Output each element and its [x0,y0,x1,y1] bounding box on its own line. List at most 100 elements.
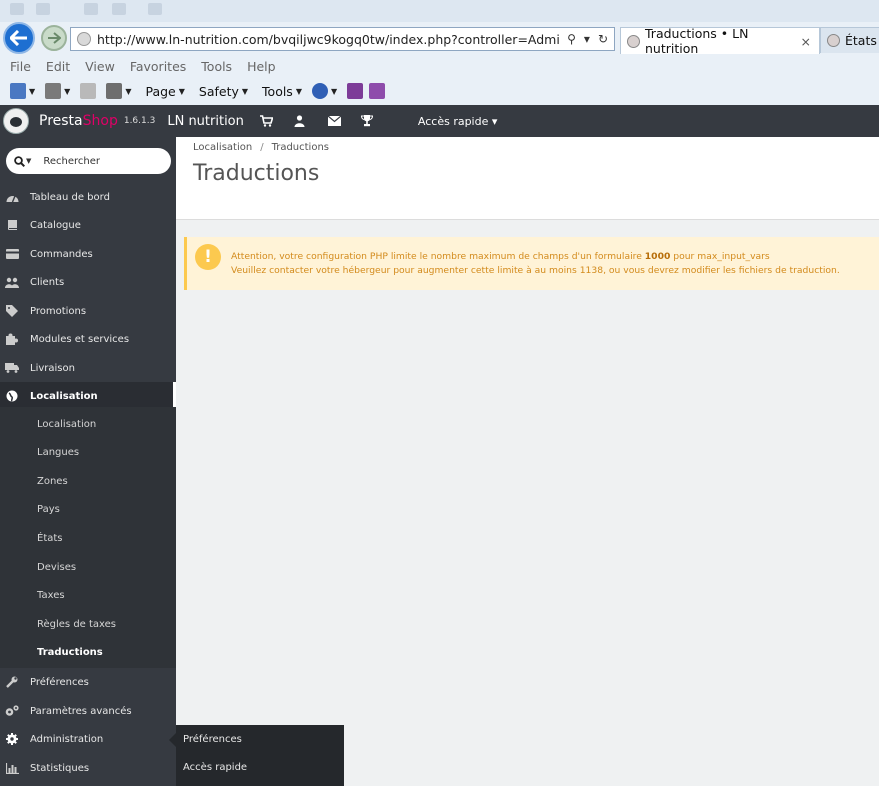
puzzle-icon [5,333,19,345]
browser-menubar: File Edit View Favorites Tools Help [0,55,879,77]
ghost-icon [148,3,162,15]
help-icon[interactable] [311,83,328,99]
sidebar-item-commandes[interactable]: Commandes [0,240,176,268]
ghost-icon [112,3,126,15]
quick-access-menu[interactable]: Accès rapide ▾ [418,115,498,128]
print-icon[interactable] [106,83,123,99]
users-icon [5,276,19,288]
submenu-item-pays[interactable]: Pays [37,504,60,515]
sidebar-item-parametres-avances[interactable]: Paramètres avancés [0,697,176,725]
user-icon[interactable] [293,115,306,128]
safety-menu[interactable]: Safety [199,84,239,99]
tools-menu[interactable]: Tools [262,84,293,99]
submenu-item-devises[interactable]: Devises [37,562,76,573]
submenu-item-taxes[interactable]: Taxes [37,590,65,601]
chevron-down-icon[interactable]: ▼ [179,87,185,96]
ghost-icon [36,3,50,15]
browser-tab-active[interactable]: Traductions • LN nutrition × [620,26,820,56]
quick-access-label: Accès rapide [417,114,489,128]
sidebar-item-label: Paramètres avancés [30,705,132,717]
sidebar-item-localisation[interactable]: Localisation [0,382,176,410]
shop-name-link[interactable]: LN nutrition [167,114,244,129]
administration-flyout: Préférences Accès rapide [176,725,344,786]
search-icon[interactable]: ⚲ [567,32,576,46]
menu-favorites[interactable]: Favorites [130,59,186,74]
alert-line-2: Veuillez contacter votre hébergeur pour … [231,265,840,276]
back-button[interactable] [3,22,35,54]
onenote-linked-icon[interactable] [369,83,386,99]
chevron-down-icon[interactable]: ▼ [26,157,31,165]
book-icon [5,219,19,231]
browser-chrome: http://www.ln-nutrition.com/bvqiljwc9kog… [0,0,879,105]
trophy-icon[interactable] [361,115,374,128]
sidebar-item-label: Clients [30,276,65,288]
submenu-item-traductions[interactable]: Traductions [37,647,103,658]
submenu-item-regles-de-taxes[interactable]: Règles de taxes [37,619,116,630]
home-icon[interactable] [10,83,26,99]
admin-sidebar: ▼ Rechercher Tableau de bord Catalogue C… [0,137,176,786]
sidebar-item-label: Commandes [30,248,93,260]
browser-tab[interactable]: États • [820,27,879,53]
chevron-down-icon[interactable]: ▼ [64,87,70,96]
address-bar[interactable]: http://www.ln-nutrition.com/bvqiljwc9kog… [70,27,615,51]
ghost-icon [10,3,24,15]
sidebar-item-catalogue[interactable]: Catalogue [0,211,176,239]
sidebar-item-modules[interactable]: Modules et services [0,325,176,353]
chevron-down-icon[interactable]: ▼ [296,87,302,96]
sidebar-item-tableau-de-bord[interactable]: Tableau de bord [0,183,176,211]
admin-header: Presta Shop 1.6.1.3 LN nutrition Accès ra… [0,105,879,137]
sidebar-item-statistiques[interactable]: Statistiques [0,754,176,782]
menu-view[interactable]: View [85,59,115,74]
tag-icon [5,305,19,317]
prestashop-logo-icon[interactable] [3,108,29,134]
sidebar-item-administration[interactable]: Administration [0,725,176,753]
globe-icon [5,390,19,402]
alert-text: Attention, votre configuration PHP limit… [231,251,645,262]
dropdown-icon[interactable]: ▾ [584,32,590,46]
warning-alert: ! Attention, votre configuration PHP lim… [184,237,879,290]
chevron-down-icon[interactable]: ▼ [242,87,248,96]
sidebar-item-clients[interactable]: Clients [0,268,176,296]
flyout-item-acces-rapide[interactable]: Accès rapide [183,762,247,773]
chevron-down-icon[interactable]: ▼ [331,87,337,96]
address-url[interactable]: http://www.ln-nutrition.com/bvqiljwc9kog… [97,32,561,47]
breadcrumb-item[interactable]: Traductions [272,142,329,153]
warning-icon: ! [195,244,221,270]
tab-title: Traductions • LN nutrition [645,26,749,56]
submenu-item-etats[interactable]: États [37,533,63,544]
submenu-item-langues[interactable]: Langues [37,447,79,458]
sidebar-item-promotions[interactable]: Promotions [0,297,176,325]
submenu-item-zones[interactable]: Zones [37,476,68,487]
envelope-icon[interactable] [327,115,341,128]
tab-favicon-icon [827,34,840,47]
brand-name-accent: Shop [82,113,118,129]
menu-help[interactable]: Help [247,59,276,74]
gears-icon [5,705,19,717]
breadcrumb-item[interactable]: Localisation [193,142,252,153]
submenu-item-localisation[interactable]: Localisation [37,419,96,430]
refresh-icon[interactable]: ↻ [598,32,608,46]
alert-value: 1000 [644,251,671,262]
read-mail-icon[interactable] [80,83,97,99]
cart-icon[interactable] [259,115,273,128]
tab-favicon-icon [627,34,640,48]
sidebar-item-preferences[interactable]: Préférences [0,668,176,696]
onenote-icon[interactable] [347,83,364,99]
tab-close-icon[interactable]: × [801,34,811,49]
browser-top-strip [0,0,879,22]
chevron-down-icon[interactable]: ▼ [29,87,35,96]
menu-file[interactable]: File [10,59,31,74]
search-icon [14,155,25,167]
menu-edit[interactable]: Edit [46,59,70,74]
forward-button[interactable] [41,25,67,51]
menu-tools[interactable]: Tools [201,59,232,74]
page-menu[interactable]: Page [145,84,175,99]
rss-feed-icon[interactable] [45,83,62,99]
sidebar-item-label: Modules et services [30,333,130,345]
sidebar-item-livraison[interactable]: Livraison [0,354,176,382]
chevron-down-icon[interactable]: ▼ [125,87,131,96]
flyout-pointer [169,733,176,747]
sidebar-search[interactable]: ▼ Rechercher [6,148,171,174]
search-input[interactable]: Rechercher [43,156,100,167]
flyout-item-preferences[interactable]: Préférences [183,734,242,745]
